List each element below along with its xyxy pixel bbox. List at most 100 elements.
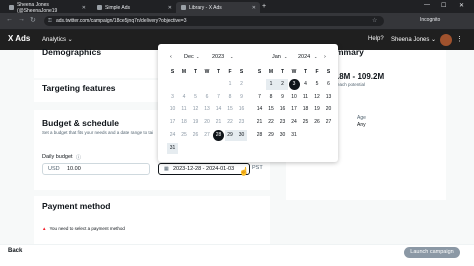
bookmark-star-icon[interactable]: ☆ [372, 17, 377, 24]
calendar-day[interactable]: 24 [289, 117, 300, 128]
calendar-day[interactable]: 6 [202, 92, 213, 103]
new-tab-button[interactable]: + [262, 3, 266, 10]
section-budget: Budget & schedule [42, 118, 119, 128]
calendar-day[interactable]: 8 [266, 92, 277, 103]
calendar-day[interactable]: 6 [323, 79, 334, 90]
calendar-day[interactable]: 26 [190, 130, 201, 141]
calendar-day[interactable]: 11 [300, 92, 311, 103]
calendar-day[interactable]: 12 [312, 92, 323, 103]
age-value: Any [357, 122, 366, 128]
calendar-day[interactable]: 31 [289, 130, 300, 141]
left-year-select[interactable]: 2023 [212, 54, 224, 60]
chevron-down-icon: ⌄ [196, 54, 200, 59]
browser-chrome: Sheena Jones (@SheenaJone19 ✕ Simple Ads… [0, 0, 474, 30]
section-targeting[interactable]: Targeting features [42, 83, 116, 93]
calendar-day[interactable]: 29 [266, 130, 277, 141]
x-ads-logo[interactable]: X Ads [8, 34, 30, 43]
calendar-day[interactable]: 24 [167, 130, 178, 141]
calendar-day[interactable]: 22 [266, 117, 277, 128]
calendar-day[interactable]: 11 [179, 104, 190, 115]
calendar-day[interactable]: 9 [236, 92, 247, 103]
summary-title: mmary [336, 47, 364, 57]
calendar-day[interactable]: 26 [312, 117, 323, 128]
daily-budget-input[interactable]: USD 10.00 [42, 163, 150, 175]
info-icon[interactable]: ⓘ [76, 154, 81, 161]
calendar-day[interactable]: 20 [202, 117, 213, 128]
calendar-day[interactable]: 3 [167, 92, 178, 103]
calendar-day[interactable]: 27 [202, 130, 213, 141]
right-month-select[interactable]: Jan [272, 54, 281, 60]
back-button[interactable]: Back [8, 248, 22, 254]
launch-campaign-button[interactable]: Launch campaign [404, 247, 460, 258]
calendar-day[interactable]: 10 [289, 92, 300, 103]
calendar-day[interactable]: 29 [224, 129, 236, 141]
calendar-day[interactable]: 7 [254, 92, 265, 103]
calendar-day[interactable]: 30 [277, 130, 288, 141]
calendar-icon: ▦ [164, 166, 169, 172]
section-payment: Payment method [42, 201, 111, 211]
x-favicon-icon [97, 5, 102, 10]
analytics-menu[interactable]: Analytics ⌄ [42, 36, 73, 43]
close-icon[interactable]: ✕ [252, 5, 256, 11]
calendar-day[interactable]: 2 [277, 79, 288, 90]
back-arrow-icon[interactable]: ← [6, 16, 13, 23]
calendar-day[interactable]: 9 [277, 92, 288, 103]
calendar-day[interactable]: 17 [289, 104, 300, 115]
calendar-day[interactable]: 15 [266, 104, 277, 115]
calendar-day[interactable]: 3 [288, 79, 300, 90]
tab-profile[interactable]: Sheena Jones (@SheenaJone19 ✕ [4, 2, 90, 14]
calendar-day[interactable]: 28 [254, 130, 265, 141]
calendar-day[interactable]: 1 [225, 79, 236, 90]
calendar-day[interactable]: 15 [225, 104, 236, 115]
budget-hint: Set a budget that fits your needs and a … [42, 130, 154, 135]
calendar-day[interactable]: 31 [167, 142, 178, 154]
calendar-day[interactable]: 2 [236, 79, 247, 90]
account-menu[interactable]: Sheena Jones ⌄ [391, 36, 436, 43]
calendar-day[interactable]: 13 [323, 92, 334, 103]
calendar-day[interactable]: 4 [179, 92, 190, 103]
x-favicon-icon [9, 5, 14, 10]
calendar-day[interactable]: 19 [312, 104, 323, 115]
weekday-header: M [181, 69, 187, 75]
help-link[interactable]: Help? [368, 36, 384, 42]
calendar-day[interactable]: 7 [213, 92, 224, 103]
close-icon[interactable]: ✕ [168, 5, 172, 11]
chevron-down-icon: ⌄ [230, 54, 234, 59]
url-field[interactable]: ⚿ ads.twitter.com/campaign/18ce5jnq7n/de… [44, 16, 384, 26]
date-picker-popup [158, 44, 338, 162]
calendar-day[interactable]: 30 [236, 129, 247, 141]
calendar-day[interactable]: 5 [312, 79, 323, 90]
calendar-day[interactable]: 28 [213, 129, 224, 141]
payment-warning: ▲ You need to select a payment method [42, 226, 125, 231]
more-options-icon[interactable]: ⋮ [456, 35, 463, 43]
weekday-header: T [280, 69, 285, 75]
forward-arrow-icon[interactable]: → [18, 16, 25, 23]
daily-budget-value: 10.00 [67, 166, 81, 172]
calendar-day[interactable]: 5 [190, 92, 201, 103]
next-month-icon[interactable]: › [324, 54, 326, 60]
date-range-field[interactable]: ▦ 2023-12-28 - 2024-01-03 [158, 163, 250, 175]
calendar-day[interactable]: 1 [265, 79, 277, 90]
avatar[interactable] [440, 34, 452, 46]
window-close-button[interactable]: ✕ [459, 2, 464, 9]
reload-icon[interactable]: ↻ [30, 16, 36, 24]
calendar-day[interactable]: 25 [179, 130, 190, 141]
left-month-select[interactable]: Dec [184, 54, 194, 60]
right-year-select[interactable]: 2024 [298, 54, 310, 60]
calendar-day[interactable]: 18 [179, 117, 190, 128]
maximize-button[interactable]: ☐ [441, 2, 446, 9]
minimize-button[interactable]: — [424, 2, 430, 8]
calendar-day[interactable]: 22 [225, 117, 236, 128]
warning-icon: ▲ [42, 226, 47, 231]
tab-library[interactable]: Library - X Ads ✕ [176, 2, 260, 13]
section-demographics[interactable]: Demographics [42, 47, 101, 57]
close-icon[interactable]: ✕ [82, 5, 86, 11]
tab-simple-ads[interactable]: Simple Ads ✕ [92, 2, 176, 13]
prev-month-icon[interactable]: ‹ [170, 54, 172, 60]
calendar-day[interactable]: 13 [202, 104, 213, 115]
calendar-day[interactable]: 4 [300, 79, 311, 90]
tab-strip: Sheena Jones (@SheenaJone19 ✕ Simple Ads… [0, 0, 474, 14]
calendar-day[interactable]: 8 [225, 92, 236, 103]
incognito-badge[interactable]: Incognito [420, 17, 440, 23]
reach-label: each potential [337, 82, 366, 87]
